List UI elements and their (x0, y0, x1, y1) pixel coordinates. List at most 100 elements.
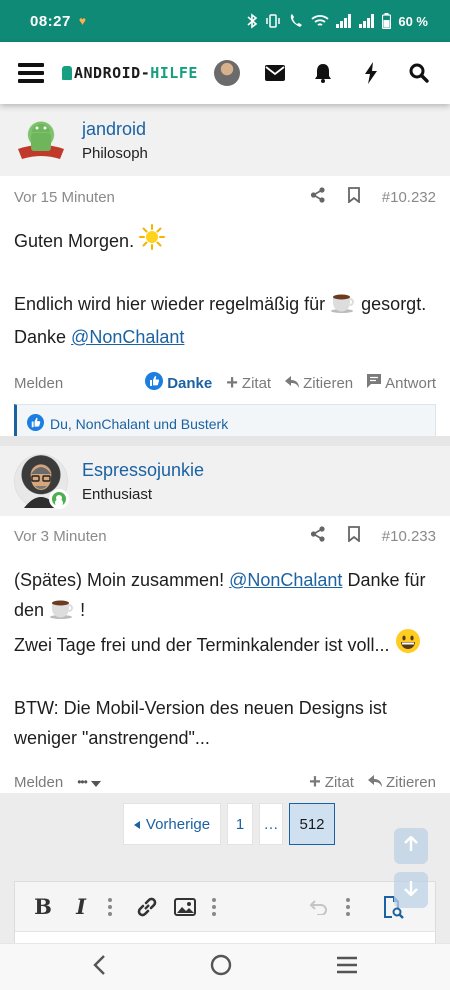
post-text-line: Zwei Tage frei und der Terminkalender is… (14, 628, 436, 663)
post-timestamp[interactable]: Vor 3 Minuten (14, 528, 107, 545)
page-1-button[interactable]: 1 (227, 803, 253, 845)
status-bar: 08:27 ♥ 60 % (0, 0, 450, 42)
post-text: Endlich wird hier wieder regelmäßig für (14, 294, 326, 314)
bell-icon[interactable] (310, 60, 336, 86)
chevron-left-icon (133, 816, 140, 833)
bold-button[interactable]: B (31, 894, 55, 919)
user-info: jandroid Philosoph (82, 119, 148, 162)
plus-icon: + (226, 371, 238, 394)
post-body: Guten Morgen. Endlich wird hier wieder r… (0, 214, 450, 352)
bolt-icon[interactable] (358, 60, 384, 86)
like-button[interactable]: Danke (145, 372, 212, 394)
page-jump-button[interactable]: … (259, 803, 283, 845)
call-wifi-icon (288, 13, 304, 29)
reactions-list: Du, NonChalant und Busterk (50, 416, 229, 432)
user-title: Enthusiast (82, 485, 153, 503)
post-user-bar: jandroid Philosoph (0, 104, 450, 176)
wifi-icon (311, 13, 329, 29)
vibrate-icon (265, 13, 281, 29)
quote-add-label: Zitat (241, 374, 272, 392)
reply-label: Antwort (385, 374, 436, 392)
quote-label: Zitieren (303, 374, 354, 392)
user-info: Espressojunkie Enthusiast (82, 460, 204, 503)
username[interactable]: jandroid (82, 119, 148, 140)
post-text-line: BTW: Die Mobil-Version des neuen Designs… (14, 698, 387, 718)
post-text-line: Guten Morgen. (14, 224, 436, 259)
share-icon[interactable] (310, 187, 326, 207)
battery-icon (382, 13, 392, 29)
mail-icon[interactable] (262, 60, 288, 86)
post-meta: Vor 15 Minuten #10.232 (0, 180, 450, 214)
reply-editor[interactable]: B I (14, 881, 436, 943)
post-text-line: den ! (14, 595, 436, 628)
search-icon[interactable] (406, 60, 432, 86)
post-text: den (14, 600, 45, 620)
more-history-options-icon[interactable] (345, 897, 351, 916)
report-link[interactable]: Melden (14, 375, 63, 392)
account-avatar[interactable] (214, 60, 240, 86)
reply-icon (367, 774, 382, 791)
post-text-line: Danke @NonChalant (14, 322, 436, 352)
user-avatar[interactable] (14, 113, 68, 167)
quote-add-button[interactable]: + Zitat (226, 371, 272, 394)
post-number[interactable]: #10.233 (382, 528, 436, 545)
recents-icon[interactable] (336, 956, 358, 979)
quote-button[interactable]: Zitieren (367, 774, 436, 791)
signal-icon-2 (359, 14, 375, 28)
user-title: Philosoph (82, 144, 148, 162)
site-logo[interactable]: ANDROID- HILFE (62, 64, 198, 82)
bookmark-icon[interactable] (347, 187, 360, 207)
post-text-line: (Spätes) Moin zusammen! @NonChalant Dank… (14, 565, 436, 595)
post-actions: Melden Danke + Zitat Zitieren Antwort (0, 368, 450, 398)
sun-emoji-icon (139, 224, 166, 259)
username[interactable]: Espressojunkie (82, 460, 204, 481)
reply-editor-area: B I (0, 871, 450, 943)
user-avatar[interactable] (14, 454, 69, 509)
link-icon[interactable] (135, 895, 159, 919)
reply-button[interactable]: Antwort (367, 374, 436, 392)
previous-page-button[interactable]: Vorherige (123, 803, 221, 845)
current-page[interactable]: 512 (289, 803, 335, 845)
status-icons: 60 % (246, 13, 428, 29)
notification-icon: ♥ (78, 14, 86, 28)
online-status-icon (49, 489, 69, 509)
previous-label: Vorherige (145, 815, 211, 833)
editor-toolbar: B I (15, 882, 435, 932)
share-icon[interactable] (310, 526, 326, 546)
post-number[interactable]: #10.232 (382, 189, 436, 206)
reply-icon (285, 375, 300, 392)
post-text-line: weniger "anstrengend"... (14, 728, 210, 748)
post-text: Danke (14, 327, 67, 347)
undo-icon[interactable] (307, 895, 331, 919)
home-icon[interactable] (210, 954, 232, 981)
mention-link[interactable]: @NonChalant (229, 570, 342, 590)
pagination-bar: Vorherige 1 … 512 (0, 793, 450, 871)
more-text-options-icon[interactable] (107, 897, 113, 916)
post-timestamp[interactable]: Vor 15 Minuten (14, 189, 115, 206)
image-icon[interactable] (173, 895, 197, 919)
scroll-bottom-button[interactable] (394, 872, 428, 908)
post-body: (Spätes) Moin zusammen! @NonChalant Dank… (0, 553, 450, 753)
italic-button[interactable]: I (69, 894, 93, 919)
quote-add-button[interactable]: + Zitat (309, 770, 354, 793)
arrow-down-icon (404, 880, 418, 901)
post-text: gesorgt. (361, 294, 427, 314)
bookmark-icon[interactable] (347, 526, 360, 546)
app-header: ANDROID- HILFE (0, 42, 450, 104)
coffee-emoji-icon (49, 597, 75, 628)
more-label: ••• (77, 775, 88, 789)
plus-icon: + (309, 770, 321, 793)
post-10233: Espressojunkie Enthusiast Vor 3 Minuten … (0, 446, 450, 797)
grin-emoji-icon (395, 628, 421, 663)
report-link[interactable]: Melden (14, 774, 63, 791)
logo-icon (62, 66, 72, 80)
more-insert-options-icon[interactable] (211, 897, 217, 916)
scroll-top-button[interactable] (394, 828, 428, 864)
quote-button[interactable]: Zitieren (285, 375, 353, 392)
more-actions-button[interactable]: ••• (77, 774, 101, 791)
back-icon[interactable] (92, 954, 106, 980)
bluetooth-icon (246, 13, 258, 29)
menu-icon[interactable] (18, 63, 44, 83)
system-nav-bar (0, 943, 450, 990)
mention-link[interactable]: @NonChalant (71, 327, 184, 347)
